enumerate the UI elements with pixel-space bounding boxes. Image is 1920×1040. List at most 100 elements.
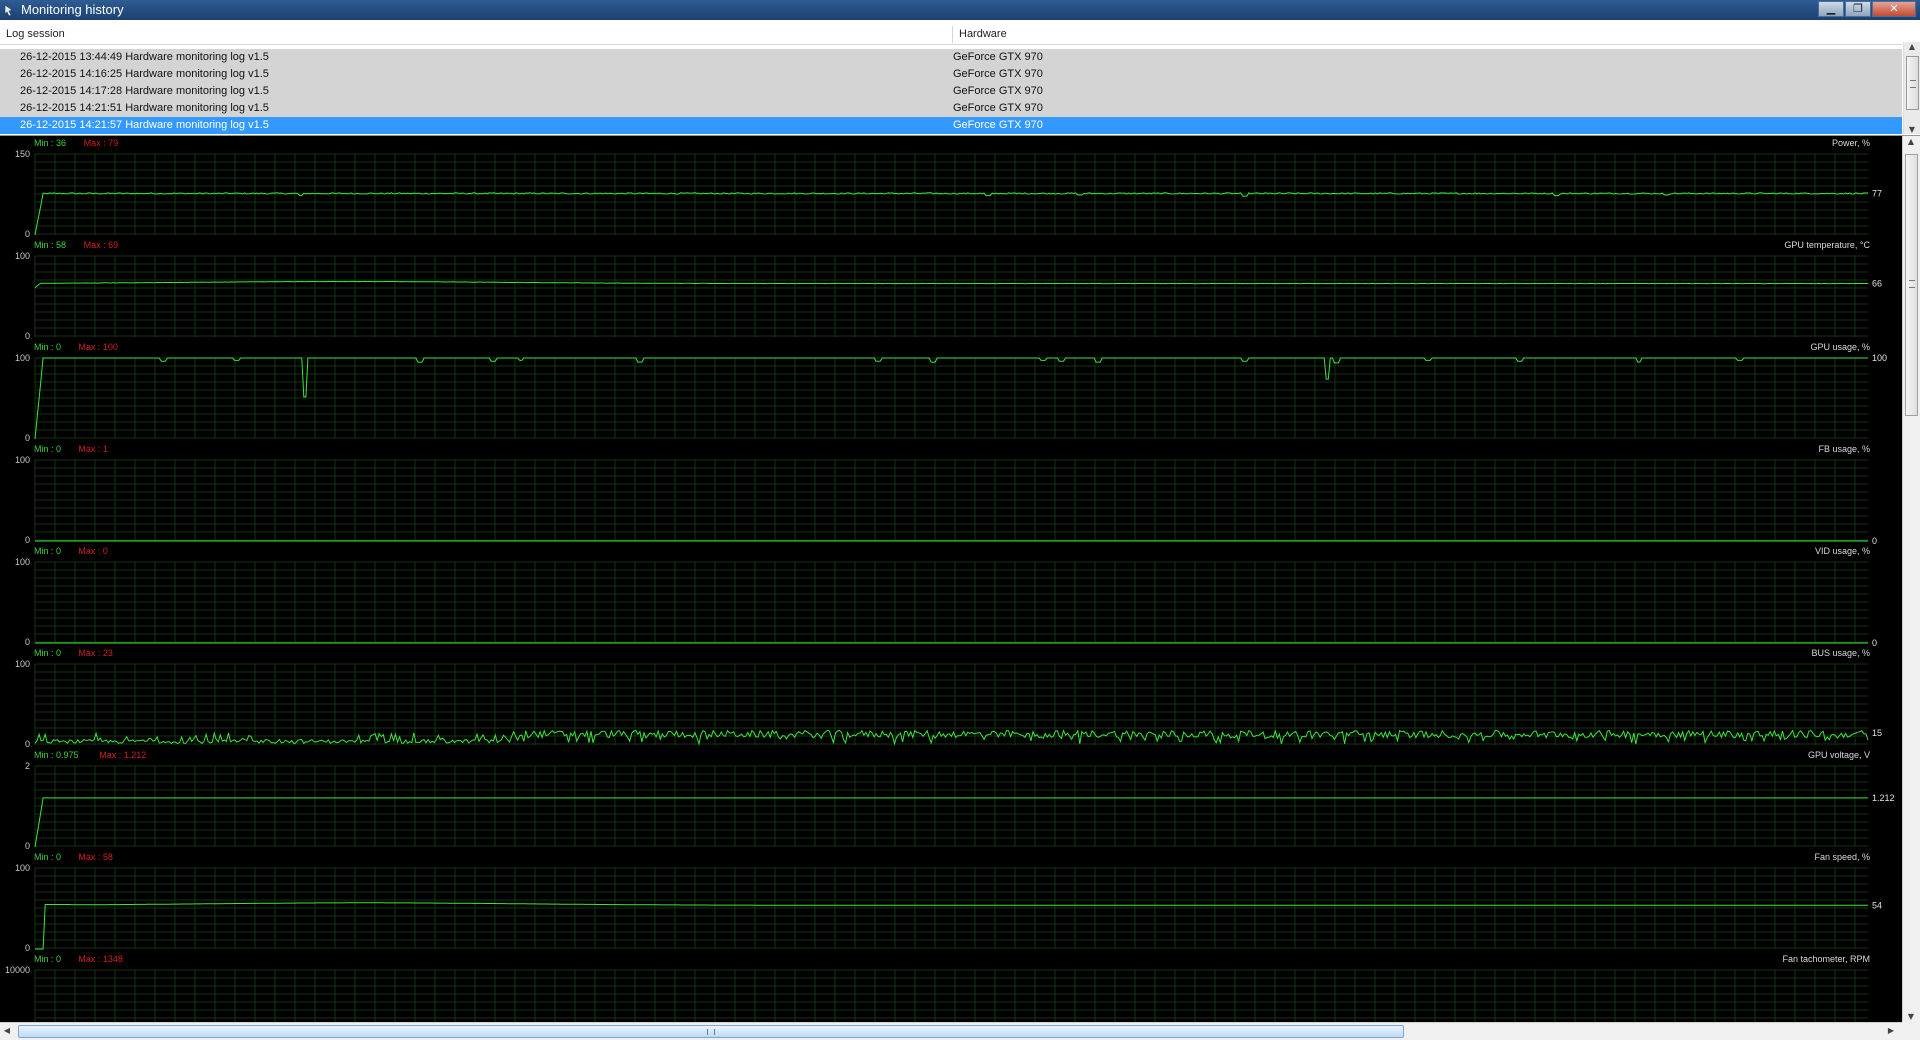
grip-icon xyxy=(1909,280,1915,288)
scroll-up-icon[interactable]: ▲ xyxy=(1907,42,1917,51)
min-label: Min : 0 xyxy=(34,546,61,556)
log-session-list: Log session Hardware 26-12-2015 13:44:49… xyxy=(0,20,1920,136)
graph-grid xyxy=(34,663,1868,745)
y-max-label: 150 xyxy=(15,149,30,159)
graph-title: GPU voltage, V xyxy=(1808,750,1870,760)
graph-horizontal-scrollbar[interactable]: ◀ ▶ xyxy=(0,1022,1920,1040)
minimize-button[interactable]: ▁ xyxy=(1818,1,1844,17)
max-label: Max : 58 xyxy=(78,852,113,862)
graph-panel: Min : 0 Max : 1 FB usage, % 100 0 0 xyxy=(15,444,1877,546)
graph-hscroll-thumb[interactable] xyxy=(18,1025,1404,1038)
min-label: Min : 0 xyxy=(34,852,61,862)
graph-panel: Min : 58 Max : 69 GPU temperature, °C 100 0 6… xyxy=(15,240,1882,341)
max-label: Max : 23 xyxy=(78,648,113,658)
column-header-log-session[interactable]: Log session xyxy=(0,24,952,44)
graph-title: GPU temperature, °C xyxy=(1784,240,1870,250)
graph-vscroll-thumb[interactable] xyxy=(1905,154,1918,416)
max-label: Max : 100 xyxy=(78,342,118,352)
min-label: Min : 36 xyxy=(34,138,66,148)
scrollbar-corner xyxy=(1902,1022,1920,1040)
current-value: 15 xyxy=(1872,728,1882,738)
graph-area: Min : 36 Max : 79 Power, % 150 0 77 Min : 58 Ma… xyxy=(0,136,1902,1022)
list-header: Log session Hardware xyxy=(0,24,1902,45)
window-controls: ▁ ❐ ✕ xyxy=(1817,1,1916,18)
table-row[interactable]: 26-12-2015 14:21:57 Hardware monitoring … xyxy=(0,117,1902,134)
min-label: Min : 0 xyxy=(34,648,61,658)
max-label: Max : 79 xyxy=(84,138,119,148)
y-max-label: 100 xyxy=(15,863,30,873)
current-value: 1.212 xyxy=(1872,793,1895,803)
table-row[interactable]: 26-12-2015 14:16:25 Hardware monitoring … xyxy=(0,66,1902,83)
hardware-cell: GeForce GTX 970 xyxy=(953,119,1043,131)
graph-panel: Min : 36 Max : 79 Power, % 150 0 77 xyxy=(15,138,1882,239)
max-label: Max : 69 xyxy=(84,240,119,250)
y-min-label: 0 xyxy=(25,637,30,647)
hardware-cell: GeForce GTX 970 xyxy=(953,85,1043,97)
scroll-up-icon[interactable]: ▲ xyxy=(1906,137,1916,146)
app-icon xyxy=(4,4,13,17)
y-min-label: 0 xyxy=(25,739,30,749)
max-label: Max : 1 xyxy=(78,444,108,454)
current-value: 0 xyxy=(1872,536,1877,546)
column-header-hardware[interactable]: Hardware xyxy=(953,24,1902,44)
graph-title: BUS usage, % xyxy=(1811,648,1870,658)
y-min-label: 0 xyxy=(25,535,30,545)
graph-vertical-scrollbar[interactable]: ▲ ▼ xyxy=(1902,136,1920,1022)
graph-grid xyxy=(34,153,1868,235)
table-row[interactable]: 26-12-2015 13:44:49 Hardware monitoring … xyxy=(0,49,1902,66)
log-session-cell: 26-12-2015 14:16:25 Hardware monitoring … xyxy=(20,68,269,80)
graph-panel: Min : 0 Max : 23 BUS usage, % 100 0 15 xyxy=(15,648,1882,749)
graph-panel: Min : 0.975 Max : 1.212 GPU voltage, V 2 0 1.… xyxy=(25,750,1895,851)
graph-grid xyxy=(34,867,1868,949)
min-label: Min : 58 xyxy=(34,240,66,250)
scroll-right-icon[interactable]: ▶ xyxy=(1886,1026,1896,1035)
min-label: Min : 0 xyxy=(34,444,61,454)
graph-panel: Min : 0 Max : 100 GPU usage, %1000100 xyxy=(15,342,1887,443)
graph-title: Fan tachometer, RPM xyxy=(1782,954,1870,964)
graph-grid xyxy=(34,255,1868,337)
monitoring-graphs: Min : 36 Max : 79 Power, %150077Min : 58 Ma… xyxy=(5,138,1895,1022)
list-scroll-thumb[interactable] xyxy=(1906,56,1919,110)
y-max-label: 100 xyxy=(15,557,30,567)
y-min-label: 0 xyxy=(25,229,30,239)
graph-title: FB usage, % xyxy=(1818,444,1870,454)
graph-title: VID usage, % xyxy=(1815,546,1870,556)
y-max-label: 100 xyxy=(15,455,30,465)
scroll-down-icon[interactable]: ▼ xyxy=(1906,1012,1916,1021)
scroll-left-icon[interactable]: ◀ xyxy=(2,1026,12,1035)
y-min-label: 0 xyxy=(25,841,30,851)
graph-trace xyxy=(34,192,1869,236)
max-label: Max : 1348 xyxy=(78,954,123,964)
title-bar: Monitoring history ▁ ❐ ✕ xyxy=(0,0,1920,20)
y-min-label: 0 xyxy=(25,943,30,953)
min-label: Min : 0.975 xyxy=(34,750,79,760)
graph-grid xyxy=(34,969,1868,1022)
min-label: Min : 0 xyxy=(34,954,61,964)
graph-panel: Min : 0 Max : 0 VID usage, % 100 0 0 xyxy=(15,546,1877,648)
window-title: Monitoring history xyxy=(21,2,124,17)
session-rows: 26-12-2015 13:44:49 Hardware monitoring … xyxy=(0,49,1902,134)
graph-panel: Min : 0 Max : 58 Fan speed, % 100 0 54 xyxy=(15,852,1882,953)
maximize-button[interactable]: ❐ xyxy=(1845,1,1871,17)
table-row[interactable]: 26-12-2015 14:17:28 Hardware monitoring … xyxy=(0,83,1902,100)
y-min-label: 0 xyxy=(25,433,30,443)
grip-icon xyxy=(707,1029,715,1035)
y-max-label: 100 xyxy=(15,659,30,669)
table-row[interactable]: 26-12-2015 14:21:51 Hardware monitoring … xyxy=(0,100,1902,117)
log-session-cell: 26-12-2015 14:17:28 Hardware monitoring … xyxy=(20,85,269,97)
min-label: Min : 0 xyxy=(34,342,61,352)
max-label: Max : 0 xyxy=(78,546,108,556)
current-value: 0 xyxy=(1872,638,1877,648)
y-min-label: 0 xyxy=(25,331,30,341)
hardware-cell: GeForce GTX 970 xyxy=(953,51,1043,63)
graph-grid xyxy=(34,561,1868,643)
graph-trace xyxy=(35,902,1868,950)
scroll-down-icon[interactable]: ▼ xyxy=(1907,125,1917,134)
list-scrollbar[interactable]: ▲ ▼ xyxy=(1903,42,1920,134)
graph-trace xyxy=(34,729,1869,746)
current-value: 100 xyxy=(1872,353,1887,363)
y-max-label: 2 xyxy=(25,761,30,771)
current-value: 77 xyxy=(1872,188,1882,198)
close-button[interactable]: ✕ xyxy=(1872,1,1916,17)
y-max-label: 10000 xyxy=(5,965,30,975)
